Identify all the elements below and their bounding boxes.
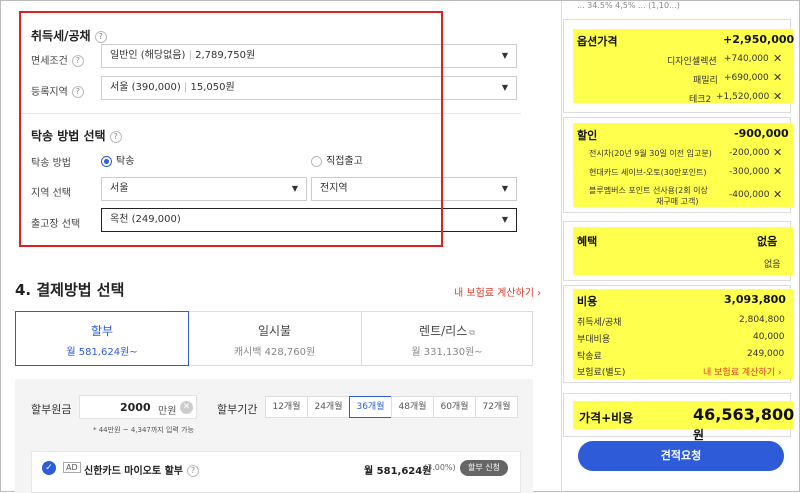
discount-value: -300,000	[729, 167, 770, 177]
caret-down-icon: ▼	[501, 51, 508, 60]
apply-installment-button[interactable]: 할부 신청	[460, 460, 508, 476]
check-icon[interactable]: ✓	[42, 461, 56, 475]
cut-off-text: ... 34.5% 4,5% ... (1,10...)	[577, 1, 680, 10]
cost-value: 40,000	[753, 332, 785, 342]
insurance-calc-link[interactable]: 내 보험료 계산하기 ›	[454, 284, 541, 299]
term-60[interactable]: 60개월	[433, 396, 476, 418]
cost-total: 3,093,800	[724, 293, 786, 306]
loan-amount: 월 581,624원	[364, 466, 432, 477]
payment-title: 4. 결제방법 선택	[15, 281, 125, 299]
discount-value: -200,000	[729, 148, 770, 158]
page: 취득세/공채? 면세조건? 일반인 (해당없음) | 2,789,750원 ▼ …	[0, 0, 800, 493]
estimate-request-button[interactable]: 견적요청	[578, 441, 784, 471]
discount-name: 블루멤버스 포인트 선사용(2회 이상	[589, 186, 708, 195]
loan-name: 신한카드 마이오토 할부?	[84, 462, 199, 477]
option-value: +690,000	[724, 73, 769, 83]
discount-value: -400,000	[729, 190, 770, 200]
clear-icon[interactable]: ✕	[180, 401, 193, 414]
grand-total-number: 46,563,800	[693, 405, 795, 424]
left-panel: 취득세/공채? 면세조건? 일반인 (해당없음) | 2,789,750원 ▼ …	[1, 1, 546, 493]
loan-rate: (3.00%)	[424, 463, 456, 472]
tab-rent-lease-label-text: 렌트/리스	[419, 324, 468, 338]
discount-name: 현대카드 세이브-오토(30만포인트)	[589, 168, 707, 177]
remove-icon[interactable]: ✕	[773, 52, 782, 65]
options-total: +2,950,000	[723, 33, 795, 46]
option-value: +1,520,000	[716, 92, 770, 102]
tab-installment[interactable]: 할부 월 581,624원~	[15, 311, 189, 366]
cost-name: 취득세/공채	[577, 318, 622, 328]
payment-tabs: 할부 월 581,624원~ 일시불 캐시백 428,760원 렌트/리스 ⧉ 월…	[15, 311, 533, 366]
tab-rent-lease-sub: 월 331,130원~	[411, 347, 483, 358]
term-48[interactable]: 48개월	[391, 396, 434, 418]
caret-down-icon: ▼	[501, 184, 508, 193]
benefit-sub: 없음	[764, 260, 781, 270]
tab-installment-sub: 월 581,624원~	[66, 347, 138, 358]
loan-product-card[interactable]: ✓ AD 신한카드 마이오토 할부? 월 581,624원 (3.00%) 할부…	[31, 451, 521, 493]
grand-total-label: 가격+비용	[579, 411, 634, 425]
principal-hint: * 44만원 ~ 4,347까지 입력 가능	[93, 426, 194, 434]
cost-title: 비용	[577, 295, 598, 308]
cost-name: 탁송료	[577, 352, 602, 362]
insurance-calc-link-summary[interactable]: 내 보험료 계산하기 ›	[703, 365, 781, 378]
info-icon: ⧉	[469, 328, 475, 337]
option-value: +740,000	[724, 54, 769, 64]
remove-icon[interactable]: ✕	[773, 146, 782, 159]
cost-name: 보험료(별도)	[577, 368, 626, 378]
term-label: 할부기간	[217, 403, 258, 416]
help-icon[interactable]: ?	[186, 465, 199, 477]
caret-down-icon: ▼	[501, 215, 508, 224]
term-12[interactable]: 12개월	[265, 396, 308, 418]
loan-name-text: 신한카드 마이오토 할부	[84, 466, 183, 477]
remove-icon[interactable]: ✕	[773, 71, 782, 84]
principal-label: 할부원금	[31, 403, 72, 416]
discount-total: -900,000	[734, 127, 789, 140]
highlight-box	[19, 11, 443, 247]
remove-icon[interactable]: ✕	[773, 188, 782, 201]
tab-lump-sum[interactable]: 일시불 캐시백 428,760원	[188, 312, 362, 365]
benefit-title: 혜택	[577, 235, 598, 248]
benefit-total: 없음	[757, 235, 778, 248]
option-name: 테크2	[689, 95, 712, 105]
remove-icon[interactable]: ✕	[773, 90, 782, 103]
caret-down-icon: ▼	[501, 83, 508, 92]
tab-lump-sum-label: 일시불	[257, 324, 292, 338]
discount-title: 할인	[577, 129, 598, 142]
grand-total-value: 46,563,800 원	[693, 405, 799, 443]
discount-name-cont: 재구매 고객)	[656, 197, 699, 206]
term-24[interactable]: 24개월	[307, 396, 350, 418]
tab-rent-lease[interactable]: 렌트/리스 ⧉ 월 331,130원~	[362, 312, 532, 365]
remove-icon[interactable]: ✕	[773, 165, 782, 178]
cost-value: 2,804,800	[739, 315, 785, 325]
term-72[interactable]: 72개월	[475, 396, 518, 418]
principal-unit: 만원	[158, 406, 177, 417]
cost-value: 249,000	[747, 349, 785, 359]
option-name: 디자인셀렉션	[667, 57, 717, 67]
options-title: 옵션가격	[577, 35, 618, 48]
principal-value: 2000	[120, 401, 151, 414]
ad-badge: AD	[63, 462, 81, 473]
cost-name: 부대비용	[577, 335, 611, 345]
tab-rent-lease-label: 렌트/리스 ⧉	[362, 322, 532, 339]
option-name: 패밀리	[693, 76, 718, 86]
principal-input[interactable]: 2000 만원 ✕	[79, 395, 197, 419]
tab-lump-sum-sub: 캐시백 428,760원	[233, 347, 316, 358]
discount-name: 전시차(20년 9월 30일 이전 입고분)	[589, 149, 712, 158]
tab-installment-label: 할부	[90, 324, 114, 338]
term-36[interactable]: 36개월	[349, 396, 392, 418]
grand-total-unit: 원	[693, 428, 705, 442]
